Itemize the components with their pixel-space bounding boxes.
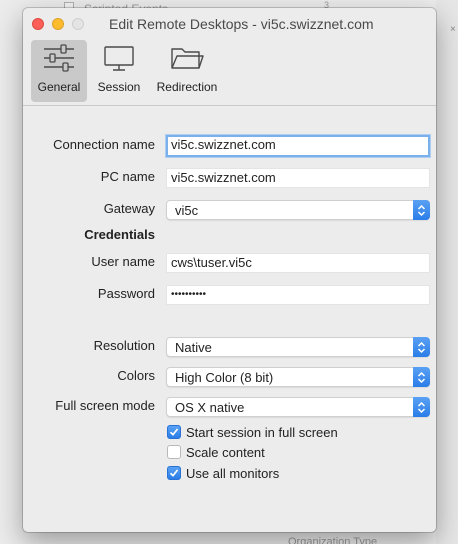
start-fullscreen-checkbox[interactable]: Start session in full screen — [167, 424, 338, 440]
scale-content-checkbox[interactable]: Scale content — [167, 444, 265, 460]
checkmark-icon[interactable] — [167, 466, 181, 480]
gateway-select[interactable]: vi5c — [166, 200, 430, 220]
colors-select[interactable]: High Color (8 bit) — [166, 367, 430, 387]
user-name-field[interactable]: cws\tuser.vi5c — [166, 253, 430, 273]
chevron-updown-icon — [413, 367, 430, 387]
start-fullscreen-label: Start session in full screen — [186, 424, 338, 440]
scale-content-label: Scale content — [186, 444, 265, 460]
checkmark-icon[interactable] — [167, 425, 181, 439]
pc-name-field[interactable]: vi5c.swizznet.com — [166, 168, 430, 188]
full-screen-mode-label: Full screen mode — [55, 398, 155, 413]
resolution-select[interactable]: Native — [166, 337, 430, 357]
monitor-icon — [102, 40, 136, 76]
resolution-label: Resolution — [93, 338, 155, 353]
window-title: Edit Remote Desktops - vi5c.swizznet.com — [109, 16, 374, 32]
resolution-value: Native — [175, 340, 212, 355]
title-bar[interactable]: Edit Remote Desktops - vi5c.swizznet.com — [23, 8, 436, 38]
general-settings-panel: Connection name vi5c.swizznet.com PC nam… — [23, 107, 436, 532]
credentials-heading: Credentials — [84, 227, 155, 242]
colors-label: Colors — [117, 368, 155, 383]
use-all-monitors-checkbox[interactable]: Use all monitors — [167, 465, 279, 481]
chevron-updown-icon — [413, 397, 430, 417]
pc-name-label: PC name — [100, 169, 155, 184]
zoom-button — [72, 18, 84, 30]
tab-session-label: Session — [97, 80, 141, 94]
full-screen-mode-value: OS X native — [175, 400, 245, 415]
tab-general-label: General — [37, 80, 81, 94]
colors-value: High Color (8 bit) — [175, 370, 274, 385]
minimize-button[interactable] — [52, 18, 64, 30]
close-icon[interactable]: × — [450, 24, 456, 35]
tab-redirection-label: Redirection — [156, 80, 218, 94]
connection-name-label: Connection name — [53, 137, 155, 152]
chevron-updown-icon — [413, 337, 430, 357]
gateway-value: vi5c — [175, 203, 199, 218]
tab-session[interactable]: Session — [93, 40, 145, 102]
checkbox-empty-icon[interactable] — [167, 445, 181, 459]
gateway-label: Gateway — [103, 201, 155, 216]
use-all-monitors-label: Use all monitors — [186, 465, 280, 481]
sliders-icon — [42, 40, 76, 76]
preferences-toolbar: General Session Redirection — [23, 38, 436, 106]
tab-redirection[interactable]: Redirection — [155, 40, 219, 102]
connection-name-field[interactable]: vi5c.swizznet.com — [166, 135, 430, 157]
background-panel — [436, 0, 458, 544]
edit-remote-desktop-dialog: Edit Remote Desktops - vi5c.swizznet.com… — [23, 8, 436, 532]
background-label: Organization Type — [288, 536, 378, 544]
folder-icon — [169, 40, 205, 76]
close-button[interactable] — [32, 18, 44, 30]
full-screen-mode-select[interactable]: OS X native — [166, 397, 430, 417]
chevron-updown-icon — [413, 200, 430, 220]
password-field[interactable]: •••••••••• — [166, 285, 430, 305]
tab-general[interactable]: General — [31, 40, 87, 102]
password-label: Password — [97, 286, 155, 301]
user-name-label: User name — [91, 254, 155, 269]
